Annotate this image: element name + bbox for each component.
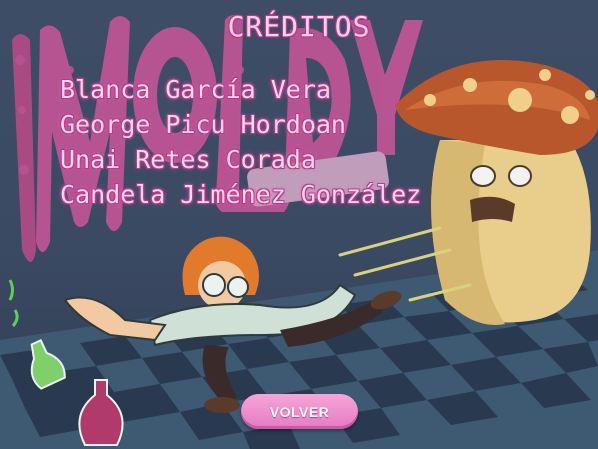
credits-list: Blanca García Vera George Picu Hordoan U… <box>60 72 421 212</box>
credit-name-1: Blanca García Vera <box>60 75 331 104</box>
credits-screen: CRÉDITOS Blanca García Vera George Picu … <box>0 0 598 449</box>
background-illustration <box>0 15 598 449</box>
credits-title: CRÉDITOS <box>227 10 371 43</box>
credit-name-4: Candela Jiménez González <box>60 180 422 209</box>
credit-name-3: Unai Retes Corada <box>60 145 316 174</box>
back-button[interactable]: VOLVER <box>241 394 358 429</box>
credit-name-2: George Picu Hordoan <box>60 110 346 139</box>
